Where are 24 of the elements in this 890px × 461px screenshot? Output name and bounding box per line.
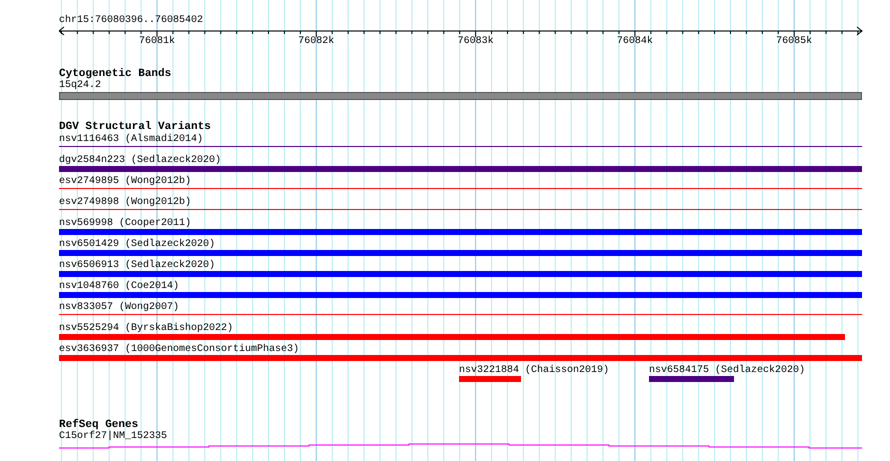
variant-label: nsv6506913 (Sedlazeck2020) bbox=[59, 259, 216, 272]
gene-label: C15orf27|NM_152335 bbox=[59, 431, 168, 443]
variant-label: nsv6501429 (Sedlazeck2020) bbox=[59, 238, 216, 251]
band-label: 15q24.2 bbox=[59, 80, 102, 92]
ruler-tick-label: 76082k bbox=[298, 36, 334, 47]
region-label: chr15:76080396..76085402 bbox=[59, 15, 204, 26]
variant-label: nsv3221884 (Chaisson2019) bbox=[459, 364, 610, 377]
ruler-tick-label: 76085k bbox=[776, 36, 812, 47]
variant-label: esv2749895 (Wong2012b) bbox=[59, 175, 192, 188]
variant-label: nsv6584175 (Sedlazeck2020) bbox=[649, 364, 806, 377]
ruler-tick-label: 76081k bbox=[139, 36, 175, 47]
variant-label: nsv1048760 (Coe2014) bbox=[59, 280, 180, 293]
variant-label: nsv5525294 (ByrskaBishop2022) bbox=[59, 322, 234, 335]
variant-label: nsv833057 (Wong2007) bbox=[59, 301, 180, 314]
ruler-tick-label: 76084k bbox=[616, 36, 653, 47]
variant-label: esv2749898 (Wong2012b) bbox=[59, 196, 192, 209]
variant-label: dgv2584n223 (Sedlazeck2020) bbox=[59, 154, 222, 167]
variant-label: nsv569998 (Cooper2011) bbox=[59, 217, 192, 230]
variant-label: esv3636937 (1000GenomesConsortiumPhase3) bbox=[59, 343, 300, 356]
track-title: RefSeq Genes bbox=[59, 419, 138, 431]
track-title: Cytogenetic Bands bbox=[59, 68, 172, 80]
ruler-tick-label: 76083k bbox=[458, 36, 494, 47]
track-title: DGV Structural Variants bbox=[59, 121, 211, 133]
variant-label: nsv1116463 (Alsmadi2014) bbox=[59, 133, 204, 146]
